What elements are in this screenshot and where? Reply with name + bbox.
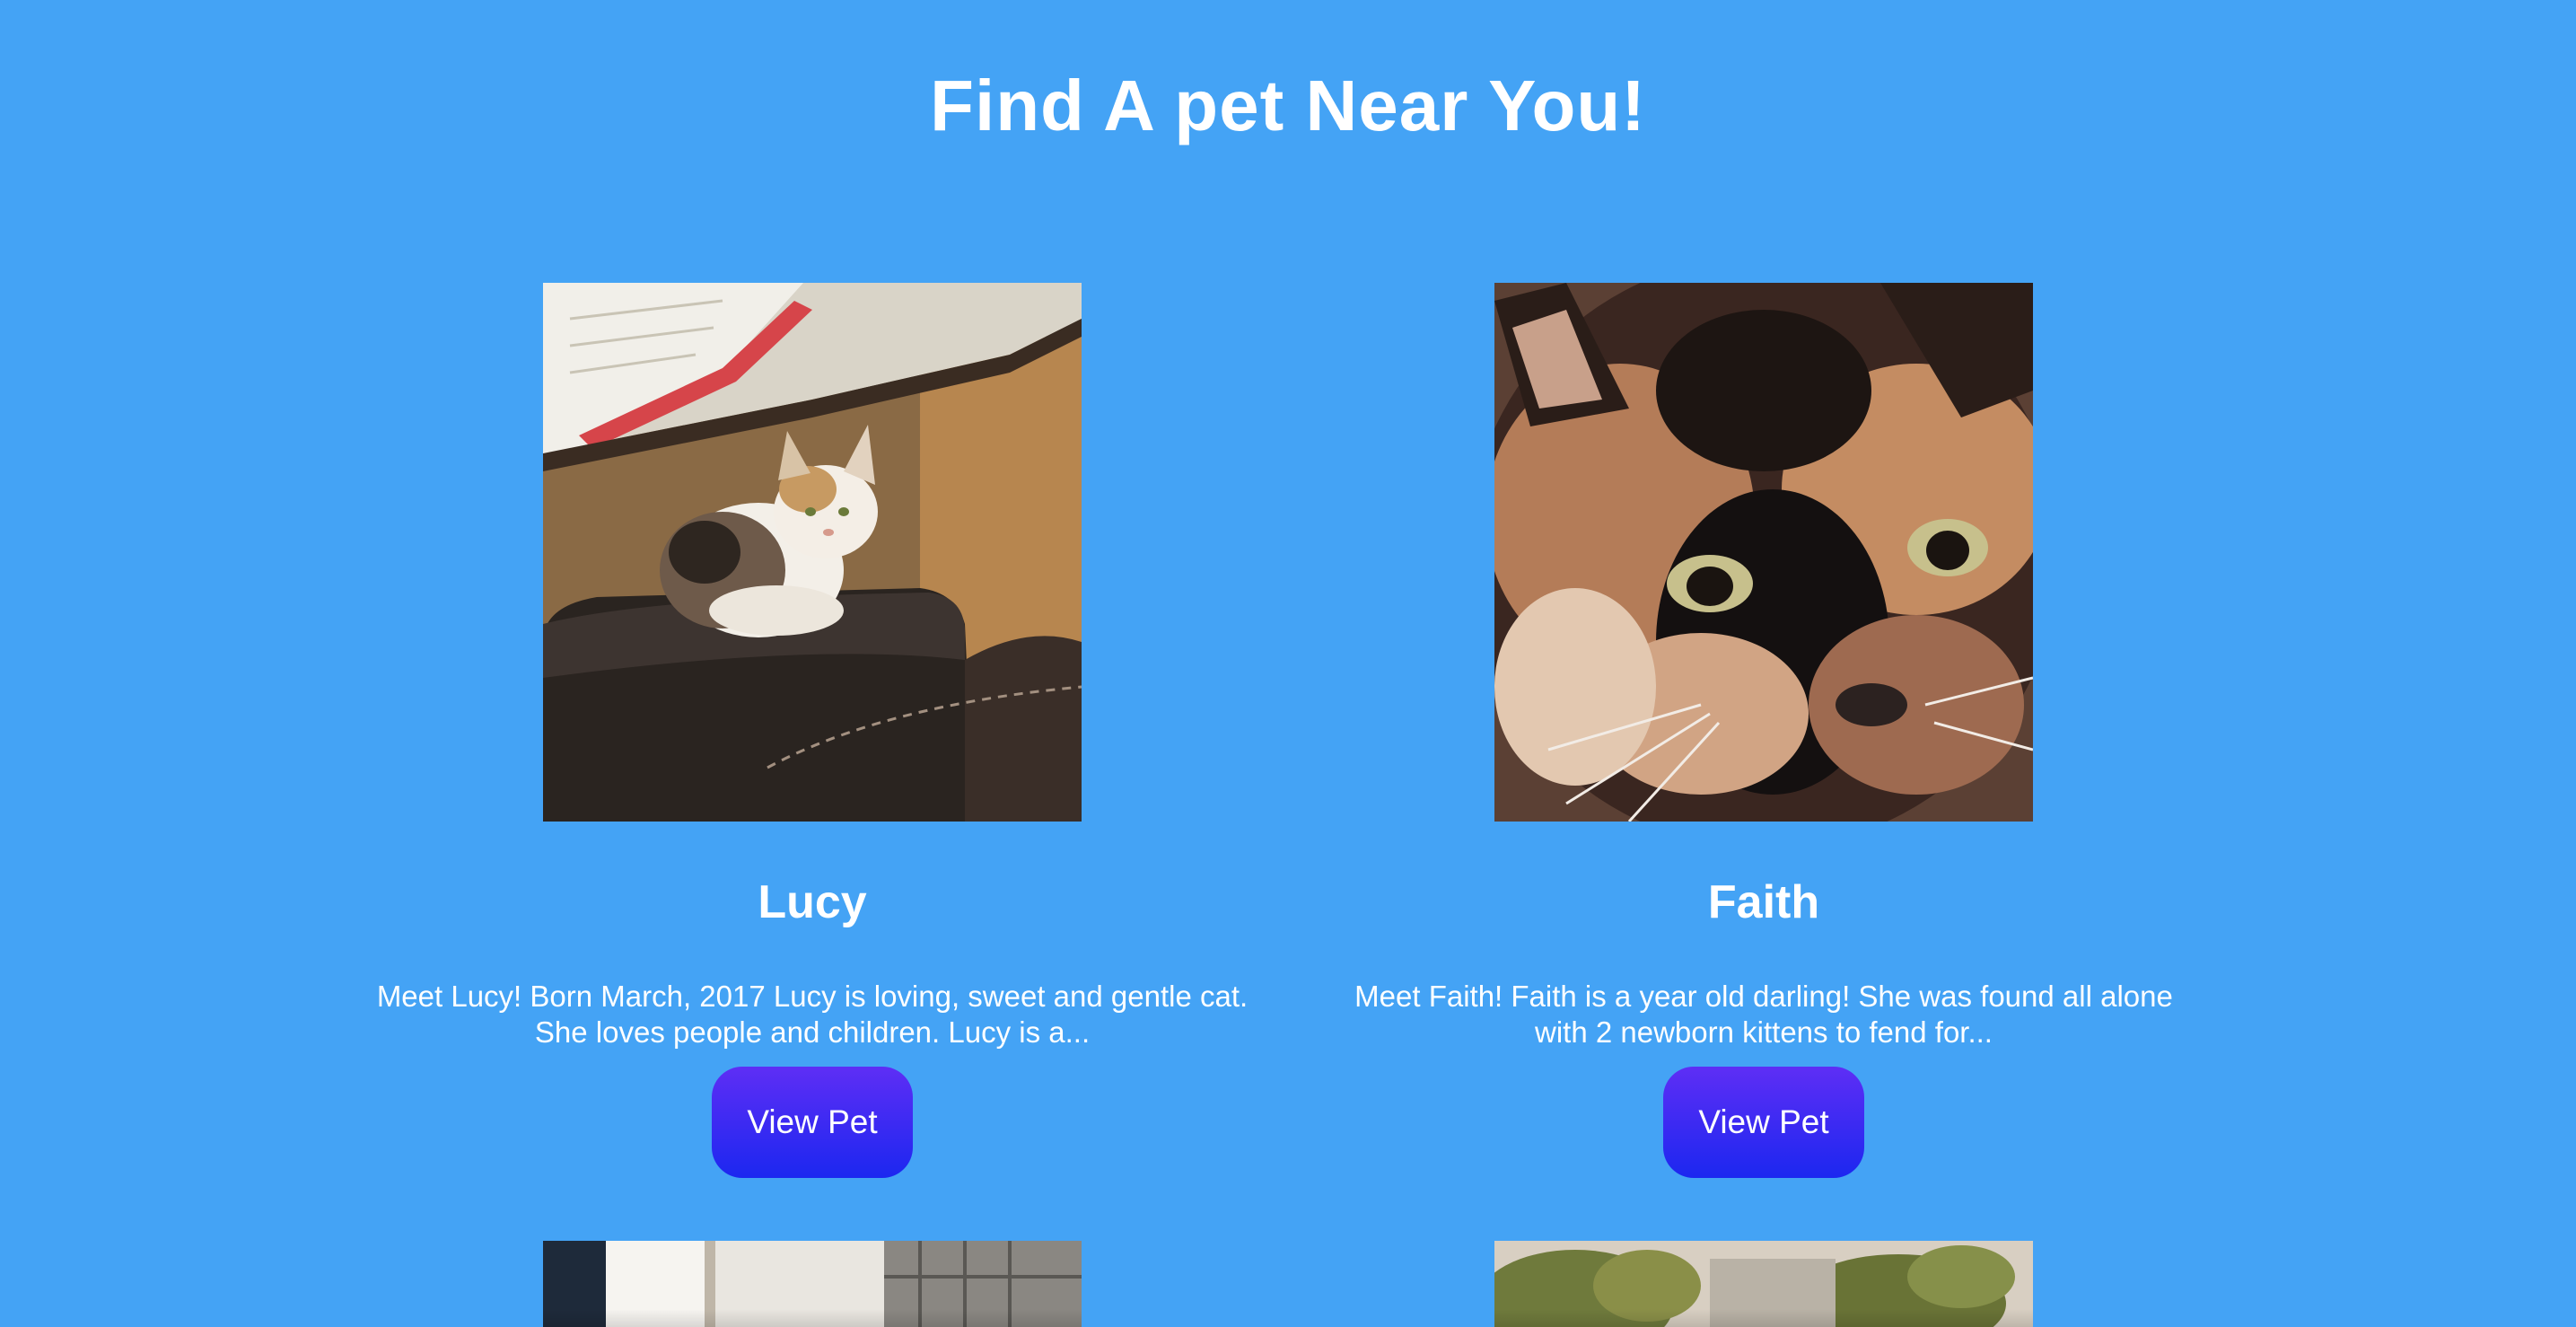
- calico-kitten-photo: [543, 283, 1082, 822]
- pet-description-line: She loves people and children. Lucy is a…: [534, 1015, 1091, 1049]
- pet-card-lucy: Lucy Meet Lucy! Born March, 2017 Lucy is…: [337, 283, 1288, 1178]
- pet-photo-partial: [1494, 1241, 2033, 1327]
- pet-description-line: with 2 newborn kittens to fend for...: [1535, 1015, 1993, 1049]
- tortoiseshell-cat-photo: [1494, 283, 2033, 822]
- pet-card-faith: Faith Meet Faith! Faith is a year old da…: [1288, 283, 2239, 1178]
- pet-description: Meet Faith! Faith is a year old darling!…: [1288, 979, 2239, 1050]
- pet-description-line: Meet Faith! Faith is a year old darling!…: [1354, 980, 2173, 1013]
- pet-listing-page: Find A pet Near You! Lucy Meet Lucy! Bor…: [0, 0, 2576, 1327]
- pet-description-line: Meet Lucy! Born March, 2017 Lucy is lovi…: [376, 980, 1249, 1013]
- pet-name: Lucy: [758, 876, 867, 928]
- pet-photo-lucy[interactable]: [543, 283, 1082, 822]
- pet-photo-next-left[interactable]: [543, 1241, 1082, 1327]
- page-title: Find A pet Near You!: [930, 66, 1646, 145]
- pet-description: Meet Lucy! Born March, 2017 Lucy is lovi…: [337, 979, 1288, 1050]
- pet-name: Faith: [1707, 876, 1820, 928]
- pet-photo-faith[interactable]: [1494, 283, 2033, 822]
- view-pet-button-faith[interactable]: View Pet: [1663, 1067, 1864, 1178]
- pet-photo-next-right[interactable]: [1494, 1241, 2033, 1327]
- view-pet-button-lucy[interactable]: View Pet: [712, 1067, 913, 1178]
- pet-photo-partial: [543, 1241, 1082, 1327]
